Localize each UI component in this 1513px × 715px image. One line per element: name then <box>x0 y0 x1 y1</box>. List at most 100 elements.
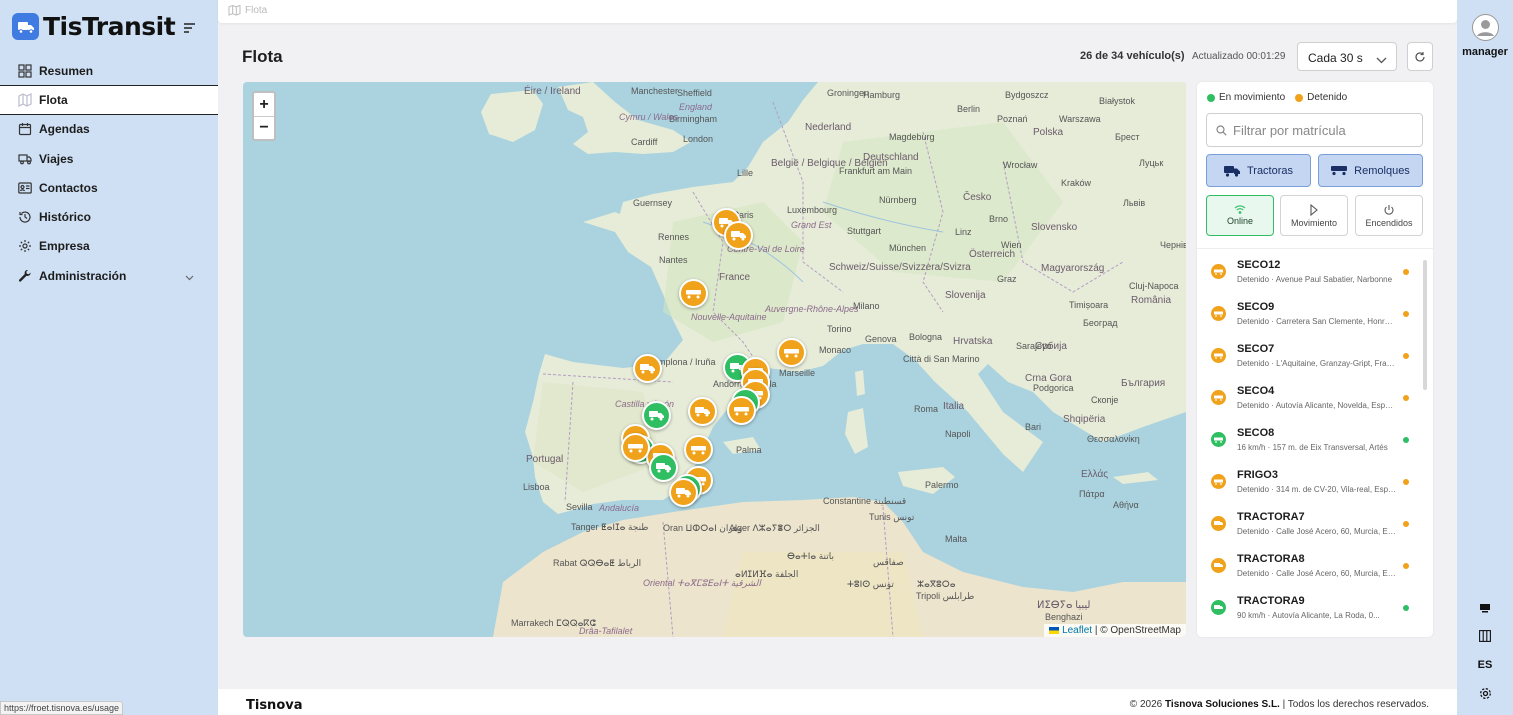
plate-filter-input[interactable]: Filtrar por matrícula <box>1206 113 1423 147</box>
map-label: Hamburg <box>863 90 901 100</box>
vehicle-marker[interactable] <box>642 401 671 430</box>
vehicle-marker[interactable] <box>727 396 756 425</box>
map-label: Torino <box>827 324 852 334</box>
vehicle-marker[interactable] <box>688 397 717 426</box>
footer-logo: Tisnova <box>246 698 303 713</box>
plate-filter-placeholder: Filtrar por matrícula <box>1233 122 1346 138</box>
vehicle-marker[interactable] <box>777 338 806 367</box>
truck-icon <box>1211 600 1226 615</box>
vehicle-plate: TRACTORA8 <box>1237 553 1305 565</box>
vehicle-row[interactable]: SECO4 Detenido · Autovía Alicante, Noveld… <box>1197 375 1433 417</box>
map-label: ⴰⵍⵊⵍⴼⴰ الجلفة <box>735 569 799 579</box>
map-label: Frankfurt am Main <box>839 166 913 176</box>
app-logo[interactable]: TisTransit <box>12 12 176 41</box>
display-icon[interactable] <box>1477 600 1493 616</box>
vehicle-row[interactable]: SECO12 Detenido · Avenue Paul Sabatier, N… <box>1197 249 1433 291</box>
sidebar-item-agendas[interactable]: Agendas <box>0 115 218 144</box>
menu-collapse-icon[interactable] <box>184 20 196 38</box>
map-label: Monaco <box>819 345 852 355</box>
status-dot-icon <box>1403 563 1409 569</box>
wifi-icon <box>1234 205 1246 214</box>
route-icon <box>18 152 32 166</box>
refresh-interval-value: Cada 30 s <box>1308 51 1363 65</box>
sidebar-item-label: Contactos <box>39 180 98 195</box>
vehicle-row[interactable]: TRACTORA9 90 km/h · Autovía Alicante, La … <box>1197 585 1433 627</box>
vehicle-row[interactable]: FRIGO3 Detenido · 314 m. de CV-20, Vila-r… <box>1197 459 1433 501</box>
osm-attribution[interactable]: | © OpenStreetMap <box>1095 625 1181 636</box>
map-label: Rennes <box>658 232 690 242</box>
map-label: Luxembourg <box>787 205 838 215</box>
legend-moving: En movimiento <box>1219 92 1286 103</box>
refresh-button[interactable] <box>1407 42 1433 71</box>
vehicle-row[interactable]: TRACTORA7 Detenido · Calle José Acero, 60… <box>1197 501 1433 543</box>
map-label: Podgorica <box>1033 383 1074 393</box>
map-label: Tunis تونس <box>869 512 915 522</box>
vehicle-plate: TRACTORA7 <box>1237 511 1305 523</box>
map-label: Bydgoszcz <box>1005 90 1049 100</box>
filter-moving-label: Movimiento <box>1290 217 1337 228</box>
vehicle-list-scrollbar[interactable] <box>1423 260 1427 390</box>
map-label: Cymru / Wales <box>619 112 678 122</box>
map-label: Palermo <box>925 480 959 490</box>
filter-tractors-button[interactable]: Tractoras <box>1206 154 1311 187</box>
breadcrumb-label[interactable]: Flota <box>245 5 267 16</box>
language-button[interactable]: ES <box>1477 657 1493 673</box>
map-label: Θεσσαλονίκη <box>1087 434 1140 444</box>
search-icon <box>1216 124 1227 136</box>
sidebar-item-empresa[interactable]: Empresa <box>0 232 218 261</box>
sidebar-item-contactos[interactable]: Contactos <box>0 173 218 202</box>
sidebar-item-historico[interactable]: Histórico <box>0 202 218 231</box>
vehicle-marker[interactable] <box>724 221 753 250</box>
vehicle-plate: SECO12 <box>1237 259 1281 271</box>
copyright-year: © 2026 <box>1129 699 1163 710</box>
legend-stopped: Detenido <box>1307 92 1348 103</box>
vehicle-marker[interactable] <box>621 433 650 462</box>
map-label: Stuttgart <box>847 226 882 236</box>
fleet-map[interactable]: Éire / Ireland Manchester Sheffield Engl… <box>243 82 1186 637</box>
trailer-icon <box>1331 166 1348 176</box>
vehicle-row[interactable]: SECO9 Detenido · Carretera San Clemente, … <box>1197 291 1433 333</box>
map-label: Tanger ⵟⴰⵏⵊⴰ طنجة <box>571 522 649 532</box>
vehicle-marker[interactable] <box>633 354 662 383</box>
vehicle-row[interactable]: TRACTORA8 Detenido · Calle José Acero, 60… <box>1197 543 1433 585</box>
map-label: Cluj-Napoca <box>1129 281 1179 291</box>
stopped-dot-icon <box>1295 94 1304 102</box>
map-label: Hrvatska <box>953 336 993 347</box>
vehicle-marker[interactable] <box>679 279 708 308</box>
filter-moving-button[interactable]: Movimiento <box>1280 195 1348 236</box>
sidebar-item-viajes[interactable]: Viajes <box>0 144 218 173</box>
filter-trailers-button[interactable]: Remolques <box>1318 154 1423 187</box>
leaflet-link[interactable]: Leaflet <box>1062 625 1092 636</box>
breadcrumb-bar: Flota <box>218 0 1457 23</box>
sidebar-item-label: Flota <box>39 92 68 107</box>
zoom-in-button[interactable]: + <box>254 93 274 116</box>
map-label: Magyarország <box>1041 263 1105 274</box>
map-label: ⵜⵓⵏⵙ تونس <box>847 579 894 589</box>
vehicle-marker[interactable] <box>649 453 678 482</box>
map-label: Αθήνα <box>1113 500 1139 510</box>
gear-icon[interactable] <box>1477 685 1493 701</box>
calendar-icon <box>18 122 32 136</box>
trailer-icon <box>1211 348 1226 363</box>
vehicle-marker[interactable] <box>684 435 713 464</box>
sidebar-item-flota[interactable]: Flota <box>0 85 218 115</box>
vehicle-list: SECO12 Detenido · Avenue Paul Sabatier, N… <box>1197 248 1433 631</box>
avatar[interactable] <box>1472 14 1499 41</box>
columns-icon[interactable] <box>1477 628 1493 644</box>
status-dot-icon <box>1403 395 1409 401</box>
map-label: Львів <box>1123 198 1146 208</box>
map-label: Portugal <box>526 454 564 465</box>
zoom-out-button[interactable]: − <box>254 116 274 139</box>
vehicle-row[interactable]: SECO7 Detenido · L'Aquitaine, Granzay-Gri… <box>1197 333 1433 375</box>
filter-on-button[interactable]: Encendidos <box>1355 195 1423 236</box>
chevron-down-icon[interactable] <box>185 270 194 284</box>
map-label: Città di San Marino <box>903 354 980 364</box>
filter-online-button[interactable]: Online <box>1206 195 1274 236</box>
vehicle-marker[interactable] <box>669 478 698 507</box>
vehicle-row[interactable]: SECO8 16 km/h · 157 m. de Eix Transversal… <box>1197 417 1433 459</box>
sidebar-item-administracion[interactable]: Administración <box>0 261 218 290</box>
sidebar-item-resumen[interactable]: Resumen <box>0 56 218 85</box>
filter-tractors-label: Tractoras <box>1246 164 1294 177</box>
vehicle-plate: TRACTORA9 <box>1237 595 1305 607</box>
refresh-interval-select[interactable]: Cada 30 s <box>1297 42 1397 71</box>
